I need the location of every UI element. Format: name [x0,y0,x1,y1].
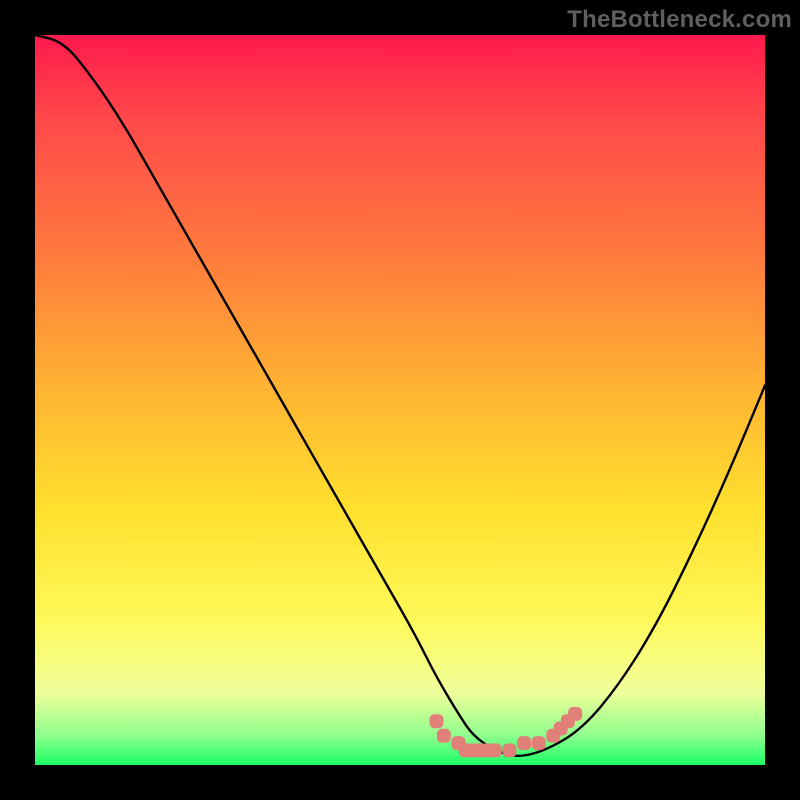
marker-dot [503,743,517,757]
marker-dot [488,743,502,757]
bottleneck-curve [35,35,765,756]
optimal-band-markers [430,707,583,758]
marker-dot [437,729,451,743]
watermark-text: TheBottleneck.com [567,6,792,34]
chart-frame: TheBottleneck.com [0,0,800,800]
marker-dot [517,736,531,750]
marker-dot [568,707,582,721]
plot-area [35,35,765,765]
chart-svg [35,35,765,765]
marker-dot [532,736,546,750]
marker-dot [430,714,444,728]
